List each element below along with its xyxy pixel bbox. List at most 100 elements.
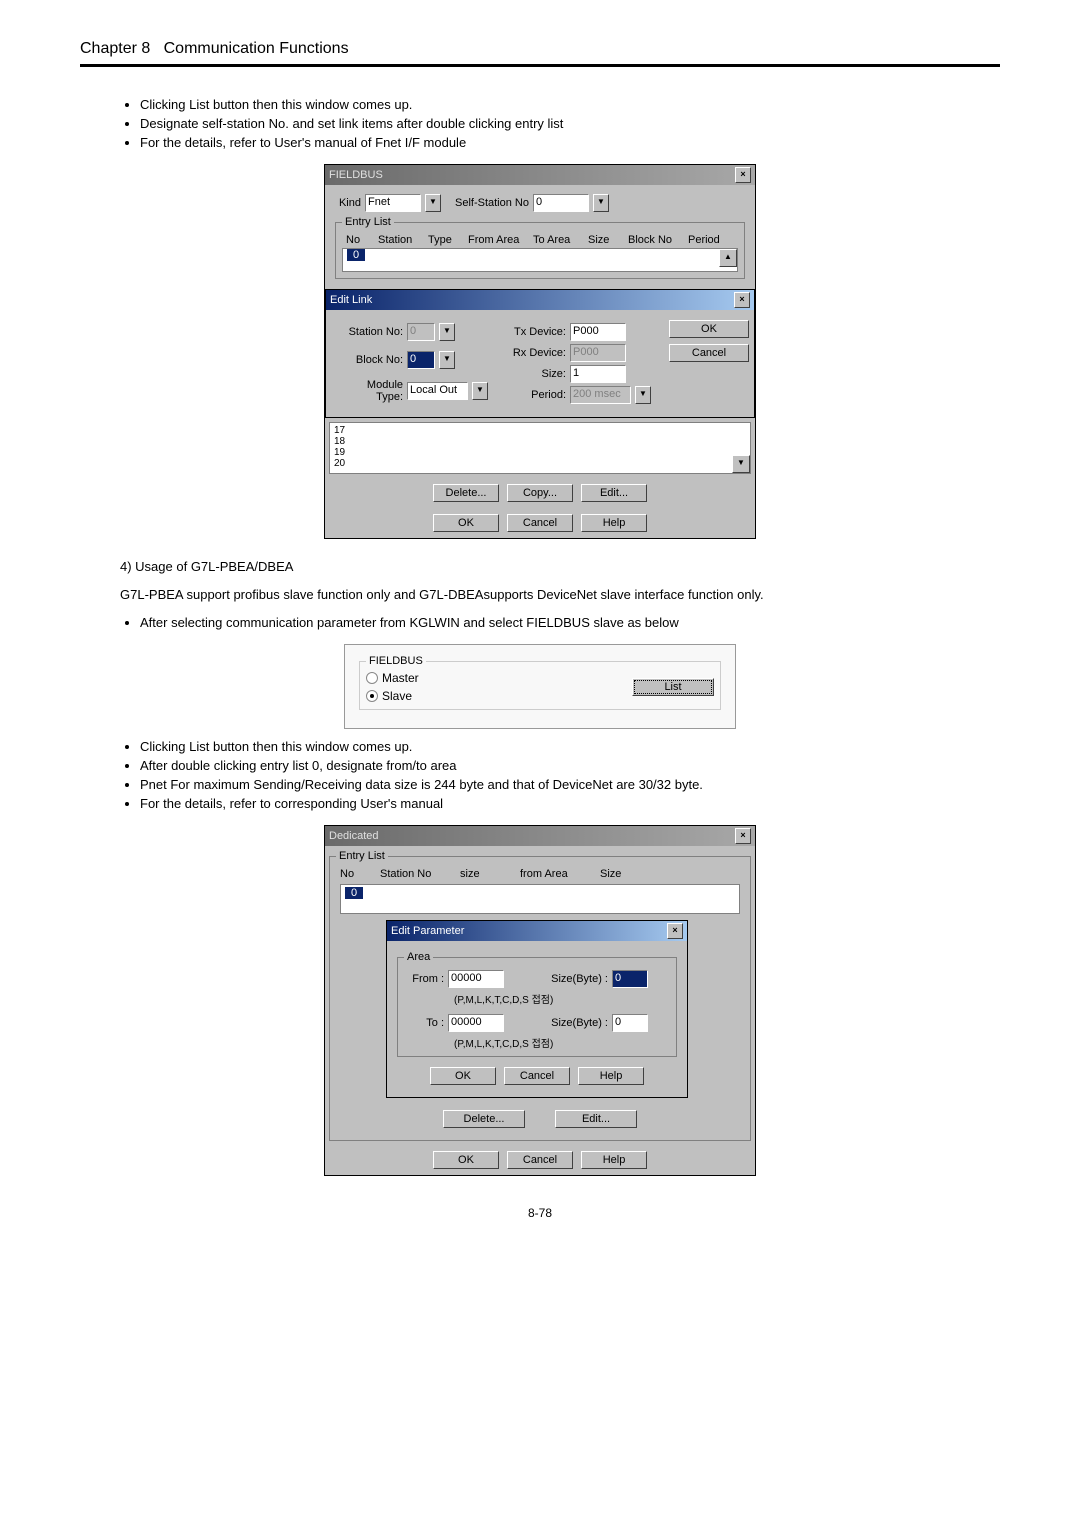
module-type-label: Module Type: — [338, 379, 403, 403]
edit-parameter-titlebar: Edit Parameter × — [387, 921, 687, 941]
col-toarea: To Area — [533, 234, 578, 246]
edit-link-dialog: Edit Link × Station No: 0▼ Block No: 0▼ … — [325, 289, 755, 418]
size-label: Size: — [506, 368, 566, 380]
rx-device-label: Rx Device: — [506, 347, 566, 359]
rx-device-input: P000 — [570, 344, 626, 362]
help-button[interactable]: Help — [578, 1067, 644, 1085]
period-label: Period: — [506, 389, 566, 401]
cancel-button[interactable]: Cancel — [504, 1067, 570, 1085]
edit-link-title: Edit Link — [330, 294, 372, 306]
entry-list-fieldset: Entry List No Station Type From Area To … — [335, 216, 745, 279]
block-no-input[interactable]: 0 — [407, 351, 435, 369]
chevron-down-icon[interactable]: ▼ — [635, 386, 651, 404]
close-icon[interactable]: × — [734, 292, 750, 308]
to-hint: (P,M,L,K,T,C,D,S 접점) — [454, 1035, 670, 1050]
close-icon[interactable]: × — [667, 923, 683, 939]
chevron-down-icon[interactable]: ▼ — [439, 323, 455, 341]
help-button[interactable]: Help — [581, 1151, 647, 1169]
fieldbus-title: FIELDBUS — [329, 169, 383, 181]
close-icon[interactable]: × — [735, 167, 751, 183]
cancel-button[interactable]: Cancel — [669, 344, 749, 362]
entry-list-fieldset: Entry List No Station No size from Area … — [329, 850, 751, 1141]
master-radio[interactable]: Master — [366, 671, 419, 685]
close-icon[interactable]: × — [735, 828, 751, 844]
col-stationno: Station No — [380, 868, 450, 880]
section-4-para: G7L-PBEA support profibus slave function… — [120, 587, 1000, 602]
list-item: Clicking List button then this window co… — [140, 739, 1000, 754]
cancel-button[interactable]: Cancel — [507, 1151, 573, 1169]
entry-buttons: Delete... Edit... — [336, 1104, 744, 1134]
sizebyte-to-input[interactable]: 0 — [612, 1014, 648, 1032]
list-item: Designate self-station No. and set link … — [140, 116, 1000, 131]
edit-parameter-title: Edit Parameter — [391, 925, 464, 937]
page-header: Chapter 8 Communication Functions — [80, 40, 1000, 67]
edit-button[interactable]: Edit... — [555, 1110, 637, 1128]
scroll-up-icon[interactable]: ▲ — [719, 249, 737, 267]
entry-row-0[interactable]: 0 — [345, 887, 363, 899]
edit-link-titlebar: Edit Link × — [326, 290, 754, 310]
to-label: To : — [404, 1017, 444, 1029]
col-type: Type — [428, 234, 458, 246]
col-no: No — [346, 234, 368, 246]
station-no-label: Station No: — [338, 326, 403, 338]
col-period: Period — [688, 234, 720, 246]
edit-parameter-dialog: Edit Parameter × Area From : 00000 Size(… — [386, 920, 688, 1098]
ok-button[interactable]: OK — [433, 514, 499, 532]
ok-button[interactable]: OK — [430, 1067, 496, 1085]
entry-list-header: No Station Type From Area To Area Size B… — [342, 232, 738, 248]
period-input: 200 msec — [570, 386, 631, 404]
delete-button[interactable]: Delete... — [433, 484, 499, 502]
tx-device-input[interactable]: P000 — [570, 323, 626, 341]
list-item[interactable]: 17 — [334, 425, 746, 436]
list-item: For the details, refer to corresponding … — [140, 796, 1000, 811]
module-type-input[interactable]: Local Out — [407, 382, 468, 400]
sizebyte-to-label: Size(Byte) : — [528, 1017, 608, 1029]
tx-device-label: Tx Device: — [506, 326, 566, 338]
editparam-buttons: OK Cancel Help — [393, 1061, 681, 1091]
size-input[interactable]: 1 — [570, 365, 626, 383]
col-fromarea: From Area — [468, 234, 523, 246]
dedicated-title: Dedicated — [329, 830, 379, 842]
cancel-button[interactable]: Cancel — [507, 514, 573, 532]
scroll-down-icon[interactable]: ▼ — [732, 455, 750, 473]
selfstation-select[interactable]: 0 — [533, 194, 589, 212]
station-no-input: 0 — [407, 323, 435, 341]
ok-button[interactable]: OK — [433, 1151, 499, 1169]
radio-icon — [366, 690, 378, 702]
sizebyte-from-input[interactable]: 0 — [612, 970, 648, 988]
slave-radio[interactable]: Slave — [366, 689, 412, 703]
list-item[interactable]: 20 — [334, 458, 746, 469]
from-hint: (P,M,L,K,T,C,D,S 접점) — [454, 991, 670, 1006]
radio-icon — [366, 672, 378, 684]
list-item: Pnet For maximum Sending/Receiving data … — [140, 777, 1000, 792]
entry-list-lower[interactable]: 17 18 19 20 ▼ — [329, 422, 751, 474]
entry-list-area[interactable]: 0 ▲ — [342, 248, 738, 272]
entry-row-0[interactable]: 0 — [347, 249, 365, 261]
list-item[interactable]: 19 — [334, 447, 746, 458]
bullet-list-2: After selecting communication parameter … — [140, 615, 1000, 630]
entry-list-area[interactable]: 0 — [340, 884, 740, 914]
edit-button[interactable]: Edit... — [581, 484, 647, 502]
chevron-down-icon[interactable]: ▼ — [593, 194, 609, 212]
from-input[interactable]: 00000 — [448, 970, 504, 988]
chevron-down-icon[interactable]: ▼ — [472, 382, 488, 400]
help-button[interactable]: Help — [581, 514, 647, 532]
block-no-label: Block No: — [338, 354, 403, 366]
copy-button[interactable]: Copy... — [507, 484, 573, 502]
delete-button[interactable]: Delete... — [443, 1110, 525, 1128]
chevron-down-icon[interactable]: ▼ — [439, 351, 455, 369]
to-input[interactable]: 00000 — [448, 1014, 504, 1032]
fieldbus-titlebar: FIELDBUS × — [325, 165, 755, 185]
fieldbus-slave-panel: FIELDBUS Master Slave List — [344, 644, 736, 729]
kind-label: Kind — [331, 197, 361, 209]
entry-list-legend: Entry List — [342, 216, 394, 228]
dedicated-dialog: Dedicated × Entry List No Station No siz… — [324, 825, 756, 1176]
area-fieldset: Area From : 00000 Size(Byte) : 0 (P,M,L,… — [397, 951, 677, 1057]
list-button[interactable]: List — [632, 678, 714, 696]
ok-button[interactable]: OK — [669, 320, 749, 338]
dialog-buttons: OK Cancel Help — [325, 1145, 755, 1175]
chevron-down-icon[interactable]: ▼ — [425, 194, 441, 212]
kind-select[interactable]: Fnet — [365, 194, 421, 212]
list-item[interactable]: 18 — [334, 436, 746, 447]
from-label: From : — [404, 973, 444, 985]
